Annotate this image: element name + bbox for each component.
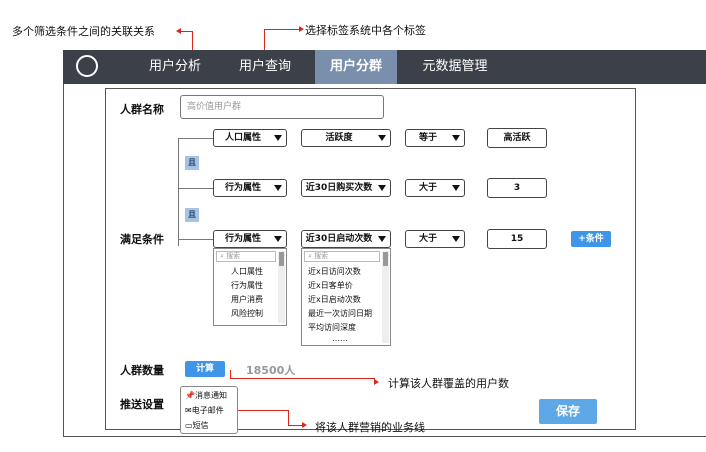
count-value: 18500人	[246, 364, 296, 377]
condition-3-op-select[interactable]: 大于	[405, 230, 465, 248]
chevron-down-icon	[378, 185, 386, 191]
dropdown-item[interactable]: 用户消费	[231, 294, 263, 305]
dropdown-scrollbar[interactable]	[382, 251, 389, 343]
push-item-sms[interactable]: ▭短信	[185, 420, 209, 431]
search-placeholder: 搜索	[226, 252, 241, 260]
annotation-count: 计算该人群覆盖的用户数	[388, 377, 509, 390]
condition-2-op-select[interactable]: 大于	[405, 179, 465, 197]
add-condition-button[interactable]: +条件	[571, 231, 611, 247]
dropdown-search-input[interactable]: ⌕ 搜索	[216, 251, 276, 262]
condition-2-attr: 行为属性	[224, 183, 261, 193]
condition-1-value[interactable]: 高活跃	[487, 128, 547, 148]
chevron-down-icon	[274, 236, 282, 242]
annotation-tag-select: 选择标签系统中各个标签	[305, 24, 426, 37]
dropdown-item[interactable]: 近x日客单价	[308, 280, 353, 291]
pin-icon: 📌	[185, 391, 195, 400]
condition-3-field: 近30日启动次数	[305, 234, 373, 244]
count-label: 人群数量	[120, 364, 164, 377]
push-settings-label: 推送设置	[120, 398, 164, 411]
chevron-down-icon	[378, 135, 386, 141]
and-tag-2[interactable]: 且	[185, 208, 199, 222]
save-button[interactable]: 保存	[539, 399, 597, 424]
condition-3-attr: 行为属性	[224, 234, 261, 244]
condition-3-field-select[interactable]: 近30日启动次数	[301, 230, 391, 248]
chevron-down-icon	[452, 236, 460, 242]
push-item-email[interactable]: ✉电子邮件	[185, 405, 224, 416]
nav-metadata[interactable]: 元数据管理	[415, 50, 495, 84]
dropdown-scrollbar[interactable]	[278, 251, 285, 323]
scrollbar-thumb[interactable]	[279, 252, 284, 266]
dropdown-item[interactable]: 人口属性	[231, 266, 263, 277]
dropdown-item[interactable]: 近x日启动次数	[308, 294, 361, 305]
conditions-label: 满足条件	[120, 233, 164, 246]
chevron-down-icon	[274, 135, 282, 141]
condition-2-value[interactable]: 3	[487, 178, 547, 198]
condition-3-attr-select[interactable]: 行为属性	[213, 230, 287, 248]
scrollbar-thumb[interactable]	[383, 252, 388, 266]
dropdown-search-input[interactable]: ⌕ 搜索	[304, 251, 380, 262]
condition-1-op: 等于	[418, 133, 437, 143]
condition-1-op-select[interactable]: 等于	[405, 129, 465, 147]
nav-user-query[interactable]: 用户查询	[230, 50, 300, 84]
dropdown-item[interactable]: 最近一次访问日期	[308, 308, 372, 319]
condition-3-op: 大于	[418, 234, 437, 244]
push-channel-list: 📌消息通知 ✉电子邮件 ▭短信	[180, 386, 238, 434]
condition-1-field: 活跃度	[325, 133, 353, 143]
chevron-down-icon	[378, 236, 386, 242]
push-item-notification[interactable]: 📌消息通知	[185, 390, 227, 401]
dropdown-item[interactable]: 平均访问深度	[308, 322, 356, 333]
chevron-down-icon	[274, 185, 282, 191]
dropdown-item[interactable]: 近x日访问次数	[308, 266, 361, 277]
condition-1-field-select[interactable]: 活跃度	[301, 129, 391, 147]
annotation-relation: 多个筛选条件之间的关联关系	[12, 25, 155, 38]
logo-icon	[76, 55, 98, 77]
calculate-button[interactable]: 计算	[185, 361, 225, 377]
chevron-down-icon	[452, 135, 460, 141]
search-placeholder: 搜索	[314, 252, 329, 260]
condition-3-value[interactable]: 15	[487, 229, 547, 249]
chevron-down-icon	[452, 185, 460, 191]
group-name-label: 人群名称	[120, 103, 164, 116]
envelope-icon: ✉	[185, 406, 192, 415]
annotation-channel: 将该人群营销的业务线	[315, 421, 425, 434]
nav-user-analysis[interactable]: 用户分析	[140, 50, 210, 84]
condition-2-attr-select[interactable]: 行为属性	[213, 179, 287, 197]
condition-2-op: 大于	[418, 183, 437, 193]
dropdown-item[interactable]: ……	[332, 334, 348, 343]
group-name-input[interactable]: 高价值用户群	[180, 95, 384, 119]
attr-dropdown-menu: ⌕ 搜索 人口属性 行为属性 用户消费 风险控制	[213, 248, 287, 326]
nav-user-segment[interactable]: 用户分群	[315, 50, 397, 84]
dropdown-item[interactable]: 行为属性	[231, 280, 263, 291]
condition-1-attr: 人口属性	[224, 133, 261, 143]
and-tag-1[interactable]: 且	[185, 156, 199, 170]
condition-1-attr-select[interactable]: 人口属性	[213, 129, 287, 147]
dropdown-item[interactable]: 风险控制	[231, 308, 263, 319]
condition-2-field: 近30日购买次数	[305, 183, 373, 193]
chat-icon: ▭	[185, 421, 193, 430]
condition-2-field-select[interactable]: 近30日购买次数	[301, 179, 391, 197]
field-dropdown-menu: ⌕ 搜索 近x日访问次数 近x日客单价 近x日启动次数 最近一次访问日期 平均访…	[301, 248, 391, 346]
